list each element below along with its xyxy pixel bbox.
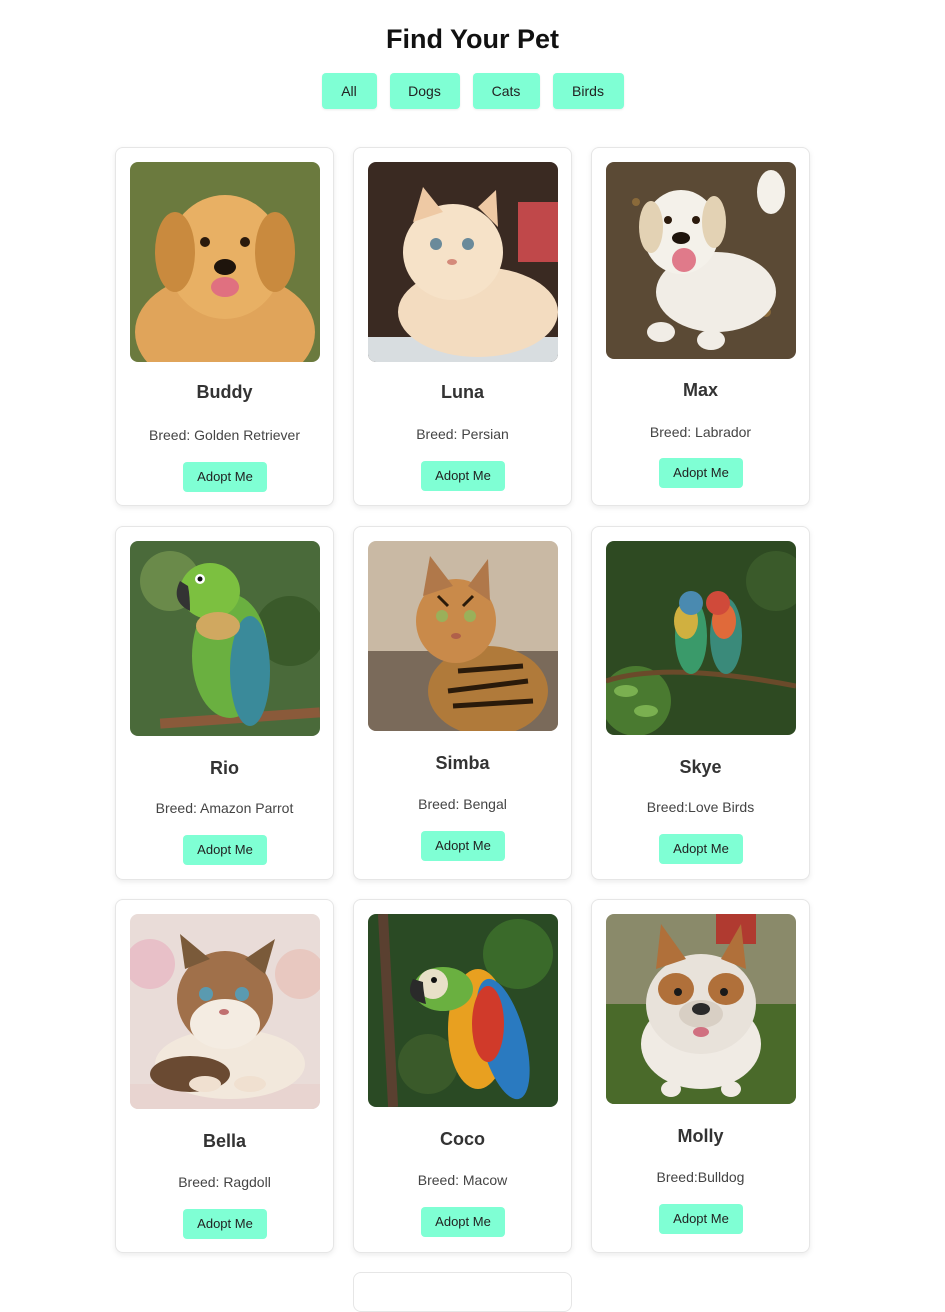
pet-name: Simba [435, 753, 490, 773]
pet-card-simba: Simba Breed: Bengal Adopt Me [353, 526, 572, 880]
pet-name: Max [682, 380, 718, 400]
pet-name: Buddy [196, 382, 253, 402]
pet-card-partial [353, 1272, 572, 1312]
pet-card-bella: Bella Breed: Ragdoll Adopt Me [115, 899, 334, 1253]
filter-dogs-button[interactable]: Dogs [389, 73, 460, 109]
pet-breed: Breed: Macow [417, 1172, 508, 1188]
pet-card-max: Max Breed: Labrador Adopt Me [591, 147, 810, 506]
filter-birds-button[interactable]: Birds [552, 73, 624, 109]
ragdoll-cat-photo [130, 914, 320, 1109]
macaw-photo [368, 914, 558, 1107]
adopt-button-simba[interactable]: Adopt Me [421, 831, 505, 861]
pet-name: Skye [679, 757, 722, 777]
pet-breed: Breed:Bulldog [656, 1169, 745, 1185]
pet-card-luna: Luna Breed: Persian Adopt Me [353, 147, 572, 506]
adopt-button-luna[interactable]: Adopt Me [421, 461, 505, 491]
adopt-button-max[interactable]: Adopt Me [659, 458, 743, 488]
bulldog-photo [606, 914, 796, 1104]
amazon-parrot-photo [130, 541, 320, 736]
love-birds-photo [606, 541, 796, 735]
adopt-button-molly[interactable]: Adopt Me [659, 1204, 743, 1234]
pet-breed: Breed: Amazon Parrot [155, 800, 294, 816]
pet-card-molly: Molly Breed:Bulldog Adopt Me [591, 899, 810, 1253]
pet-breed: Breed: Labrador [649, 424, 752, 440]
filter-cats-button[interactable]: Cats [472, 73, 540, 109]
pet-breed: Breed:Love Birds [646, 799, 755, 815]
filter-all-button[interactable]: All [321, 73, 377, 109]
labrador-photo [606, 162, 796, 359]
pet-name: Bella [202, 1131, 247, 1151]
adopt-button-bella[interactable]: Adopt Me [183, 1209, 267, 1239]
page-title: Find Your Pet [385, 24, 559, 54]
adopt-button-buddy[interactable]: Adopt Me [183, 462, 267, 492]
adopt-button-skye[interactable]: Adopt Me [659, 834, 743, 864]
pet-card-buddy: Buddy Breed: Golden Retriever Adopt Me [115, 147, 334, 506]
golden-retriever-photo [130, 162, 320, 362]
pet-breed: Breed: Persian [416, 426, 509, 442]
pet-card-skye: Skye Breed:Love Birds Adopt Me [591, 526, 810, 880]
pet-breed: Breed: Golden Retriever [149, 427, 300, 443]
pet-name: Luna [441, 382, 484, 402]
pet-name: Rio [210, 758, 239, 778]
pet-name: Molly [677, 1126, 724, 1146]
pet-card-coco: Coco Breed: Macow Adopt Me [353, 899, 572, 1253]
filter-bar: All Dogs Cats Birds [0, 73, 945, 109]
pet-breed: Breed: Bengal [418, 796, 507, 812]
adopt-button-rio[interactable]: Adopt Me [183, 835, 267, 865]
pet-name: Coco [440, 1129, 485, 1149]
adopt-button-coco[interactable]: Adopt Me [421, 1207, 505, 1237]
pet-breed: Breed: Ragdoll [178, 1174, 271, 1190]
bengal-cat-photo [368, 541, 558, 731]
pet-card-rio: Rio Breed: Amazon Parrot Adopt Me [115, 526, 334, 880]
persian-cat-photo [368, 162, 558, 362]
